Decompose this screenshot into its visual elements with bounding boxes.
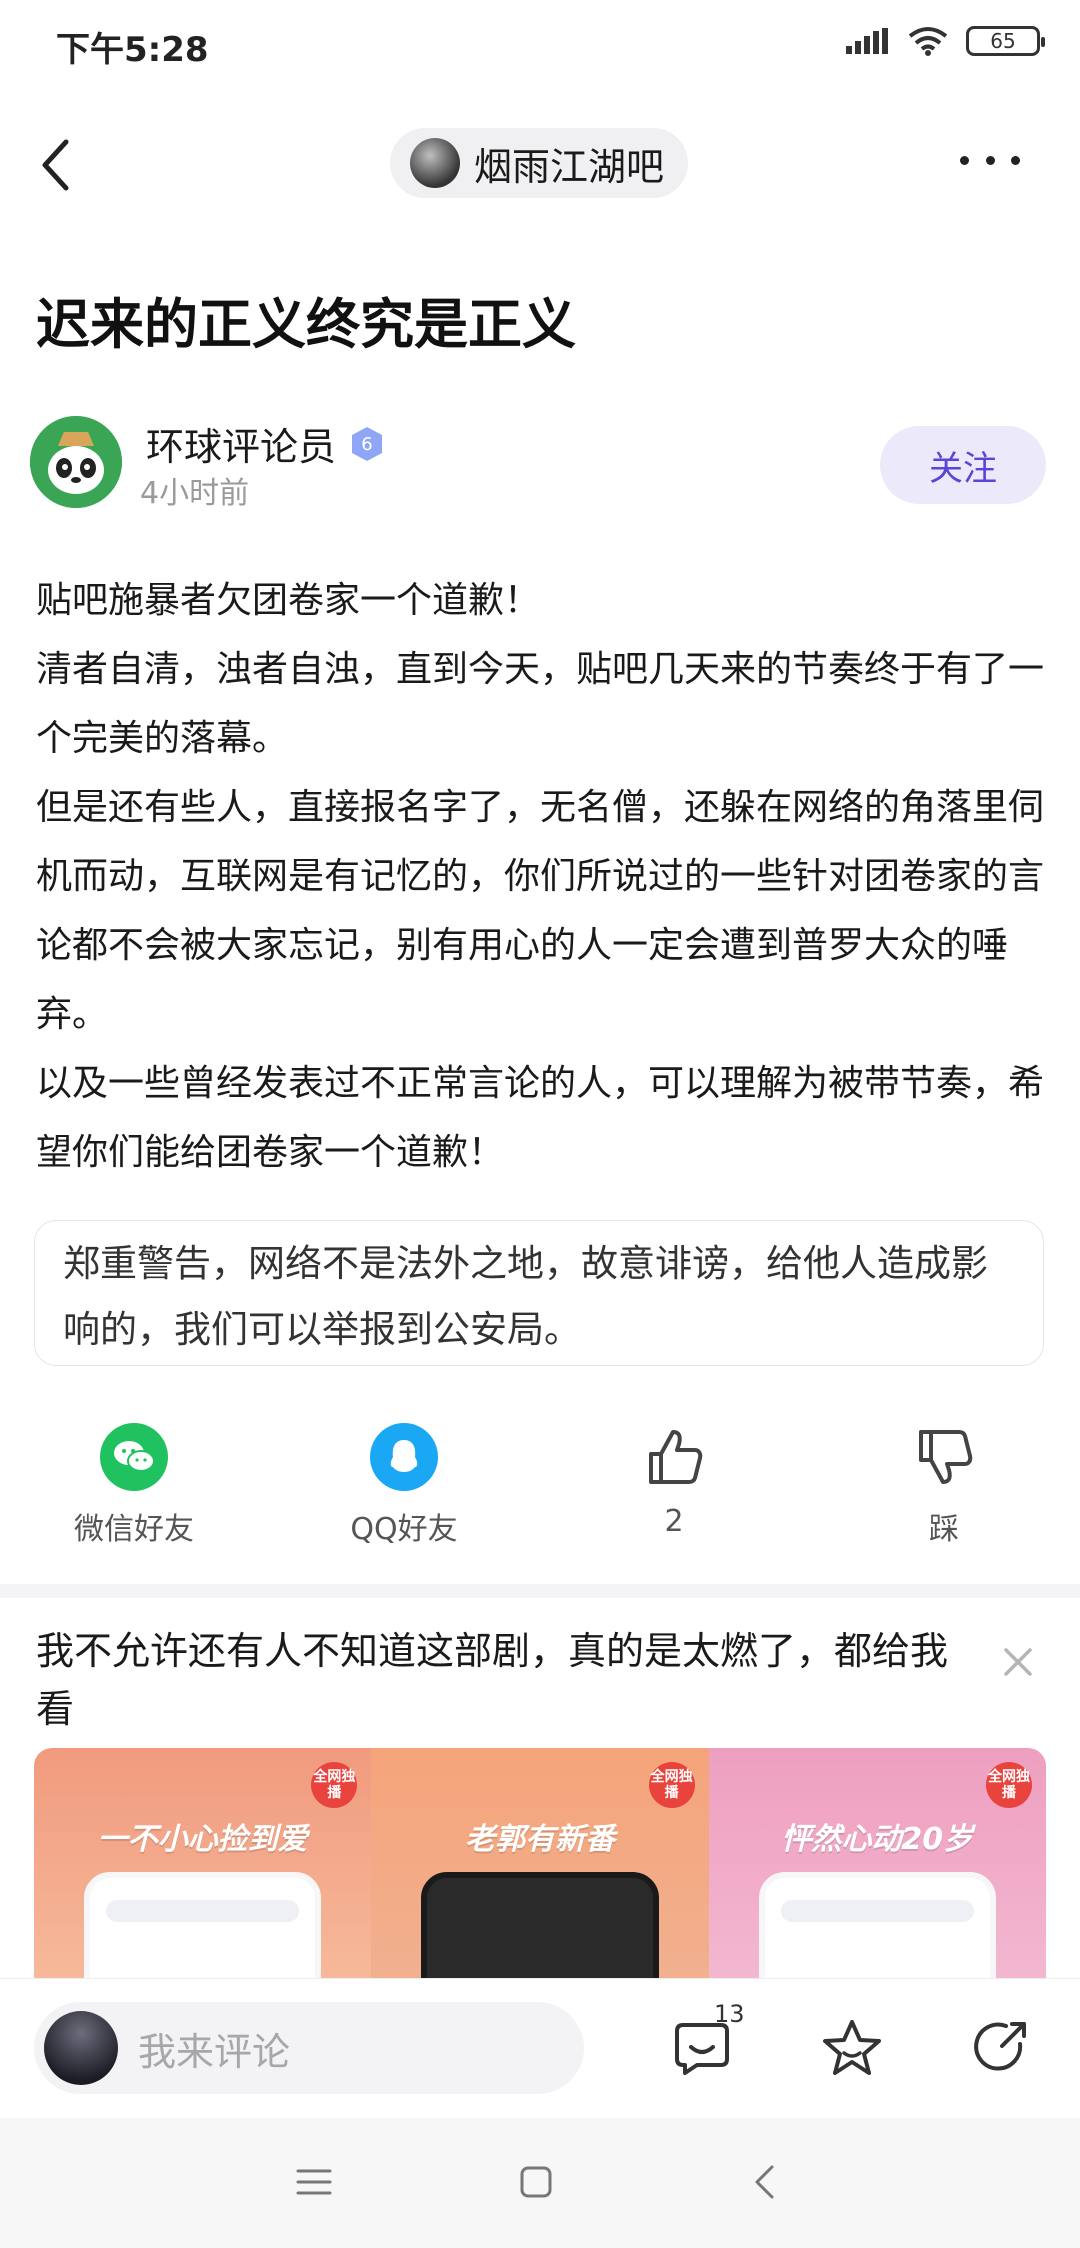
author-name-row[interactable]: 环球评论员 6	[146, 416, 386, 471]
close-icon	[1004, 1648, 1032, 1676]
exclusive-tag: 全网独播	[985, 1762, 1032, 1808]
more-dot-icon	[960, 155, 969, 165]
share-icon	[974, 2022, 1026, 2071]
ad-title[interactable]: 我不允许还有人不知道这部剧，真的是太燃了，都给我看	[36, 1622, 956, 1738]
user-avatar	[44, 2011, 118, 2085]
more-dot-icon	[985, 155, 995, 165]
section-divider	[0, 1584, 1080, 1598]
post-paragraph: 但是还有些人，直接报名字了，无名僧，还躲在网络的角落里伺机而动，互联网是有记忆的…	[36, 787, 1045, 1035]
like-button[interactable]: 2	[584, 1422, 764, 1539]
status-time: 下午5:28	[56, 30, 209, 70]
author-avatar[interactable]	[30, 416, 122, 508]
ad-caption: 怦然心动20岁	[781, 1822, 974, 1857]
post-body: 贴吧施暴者欠团卷家一个道歉！ 清者自清，浊者自浊，直到今天，贴吧几天来的节奏终于…	[36, 566, 1046, 1187]
post-paragraph: 以及一些曾经发表过不正常言论的人，可以理解为被带节奏，希望你们能给团卷家一个道歉…	[36, 1063, 1045, 1173]
favorite-button[interactable]	[816, 2012, 888, 2084]
ad-panel[interactable]: 全网独播 老郭有新番	[371, 1748, 709, 1978]
post-paragraph: 清者自清，浊者自浊，直到今天，贴吧几天来的节奏终于有了一个完美的落幕。	[36, 649, 1045, 759]
wifi-icon	[908, 27, 948, 56]
author-name: 环球评论员	[146, 425, 337, 469]
level-badge-icon: 6	[352, 426, 383, 461]
back-button[interactable]	[40, 130, 90, 200]
signal-icon	[846, 28, 888, 54]
home-square-icon	[520, 2166, 552, 2198]
phone-mockup	[421, 1872, 659, 1978]
battery-icon: 65	[966, 26, 1045, 56]
ad-panel[interactable]: 全网独播 一不小心捡到爱	[34, 1748, 372, 1978]
qq-label: QQ好友	[350, 1512, 458, 1547]
star-icon	[823, 2020, 881, 2075]
forum-pill[interactable]: 烟雨江湖吧	[390, 128, 689, 198]
more-options-button[interactable]	[960, 145, 1020, 175]
comment-count-badge: 13	[714, 2000, 745, 2028]
ad-caption: 老郭有新番	[464, 1822, 615, 1857]
qq-icon	[370, 1423, 438, 1491]
exclusive-tag: 全网独播	[311, 1762, 358, 1808]
battery-level: 65	[990, 29, 1016, 53]
ad-panel[interactable]: 全网独播 怦然心动20岁	[708, 1748, 1046, 1978]
comment-input[interactable]: 我来评论	[34, 2002, 584, 2094]
forum-name: 烟雨江湖吧	[474, 144, 665, 189]
thumbs-down-icon	[919, 1430, 973, 1484]
ad-banner[interactable]: 全网独播 一不小心捡到爱 全网独播 老郭有新番 全网独播 怦然心动20岁	[34, 1748, 1046, 1978]
panda-avatar-icon	[30, 416, 122, 508]
menu-icon	[296, 2169, 332, 2195]
more-dot-icon	[1011, 155, 1020, 165]
follow-button[interactable]: 关注	[880, 426, 1046, 504]
ad-close-button[interactable]	[996, 1640, 1040, 1684]
back-triangle-icon	[755, 2165, 774, 2199]
post-title: 迟来的正义终究是正义	[36, 293, 576, 356]
home-button[interactable]	[506, 2152, 566, 2212]
like-count: 2	[664, 1504, 684, 1539]
share-button[interactable]	[966, 2012, 1038, 2084]
wechat-label: 微信好友	[74, 1512, 194, 1547]
menu-button[interactable]	[284, 2152, 344, 2212]
post-time: 4小时前	[140, 476, 250, 511]
exclusive-tag: 全网独播	[648, 1762, 695, 1808]
quote-box: 郑重警告，网络不是法外之地，故意诽谤，给他人造成影响的，我们可以举报到公安局。	[34, 1220, 1044, 1366]
dislike-button[interactable]: 踩	[854, 1422, 1034, 1548]
phone-mockup	[84, 1872, 322, 1978]
post-paragraph: 贴吧施暴者欠团卷家一个道歉！	[36, 580, 541, 621]
forum-avatar	[410, 138, 460, 188]
ad-caption: 一不小心捡到爱	[97, 1822, 308, 1857]
back-arrow-icon	[42, 139, 69, 191]
share-wechat-button[interactable]: 微信好友	[44, 1422, 224, 1548]
status-icons: 65	[846, 26, 1045, 56]
wechat-icon	[100, 1423, 168, 1491]
phone-mockup	[758, 1872, 996, 1978]
comment-placeholder: 我来评论	[138, 2029, 291, 2074]
dislike-label: 踩	[929, 1512, 959, 1547]
level-number: 6	[361, 434, 372, 455]
share-qq-button[interactable]: QQ好友	[314, 1422, 494, 1548]
thumbs-up-icon	[649, 1430, 703, 1484]
system-back-button[interactable]	[734, 2152, 794, 2212]
